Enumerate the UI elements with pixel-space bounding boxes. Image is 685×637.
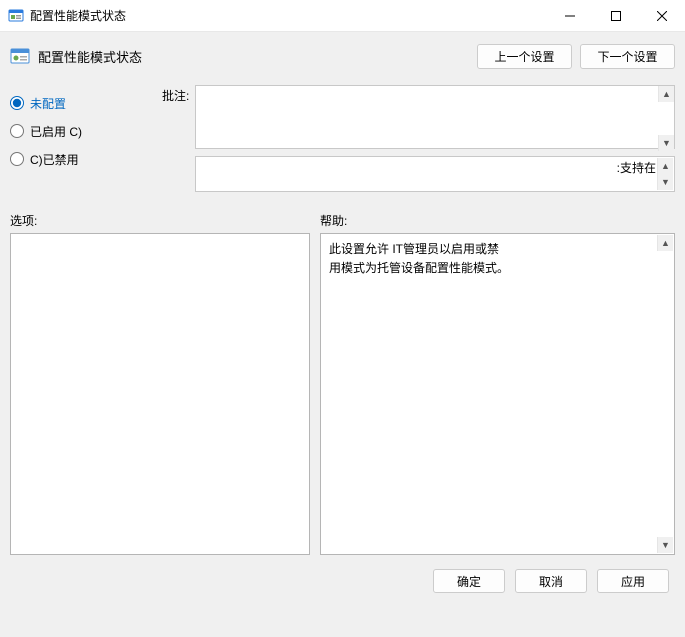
policy-icon (10, 47, 30, 67)
close-button[interactable] (639, 0, 685, 32)
header-row: 配置性能模式状态 上一个设置 下一个设置 (0, 32, 685, 79)
help-line: 此设置允许 IT管理员以启用或禁 (329, 240, 656, 259)
radio-group: 未配置 已启用 C) C)已禁用 (10, 83, 150, 192)
window-title: 配置性能模式状态 (30, 7, 126, 24)
scroll-up-icon[interactable]: ▲ (657, 158, 673, 174)
radio-not-configured[interactable]: 未配置 (10, 89, 150, 117)
titlebar: 配置性能模式状态 (0, 0, 685, 32)
help-content: 此设置允许 IT管理员以启用或禁 用模式为托管设备配置性能模式。 (321, 234, 674, 284)
lower-panels: 此设置允许 IT管理员以启用或禁 用模式为托管设备配置性能模式。 ▲ ▼ (0, 233, 685, 555)
radio-enabled-input[interactable] (10, 124, 24, 138)
radio-disabled-label: C)已禁用 (30, 151, 79, 168)
comment-label: 批注: (162, 85, 189, 104)
scroll-up-icon[interactable]: ▲ (658, 86, 674, 102)
apply-button[interactable]: 应用 (597, 569, 669, 593)
supported-on-box: :支持在 ▲ ▼ (195, 156, 675, 192)
scroll-up-icon[interactable]: ▲ (657, 235, 673, 251)
radio-enabled-label: 已启用 C) (30, 123, 82, 140)
scroll-down-icon[interactable]: ▼ (657, 174, 673, 190)
help-line: 用模式为托管设备配置性能模式。 (329, 259, 656, 278)
help-panel: 此设置允许 IT管理员以启用或禁 用模式为托管设备配置性能模式。 ▲ ▼ (320, 233, 675, 555)
radio-enabled[interactable]: 已启用 C) (10, 117, 150, 145)
ok-button[interactable]: 确定 (433, 569, 505, 593)
radio-not-configured-input[interactable] (10, 96, 24, 110)
app-icon (8, 8, 24, 24)
minimize-button[interactable] (547, 0, 593, 32)
options-label: 选项: (10, 212, 320, 229)
options-panel (10, 233, 310, 555)
help-label: 帮助: (320, 212, 347, 229)
previous-setting-button[interactable]: 上一个设置 (477, 44, 572, 69)
supported-on-text: :支持在 (617, 159, 656, 176)
page-title: 配置性能模式状态 (38, 47, 142, 66)
radio-not-configured-label: 未配置 (30, 95, 66, 112)
scroll-down-icon[interactable]: ▼ (657, 537, 673, 553)
config-area: 未配置 已启用 C) C)已禁用 批注: ▲ ▼ :支持在 ▲ ▼ (0, 79, 685, 192)
maximize-button[interactable] (593, 0, 639, 32)
comment-textarea[interactable] (195, 85, 675, 149)
radio-disabled-input[interactable] (10, 152, 24, 166)
dialog-footer: 确定 取消 应用 (0, 555, 685, 593)
lower-labels: 选项: 帮助: (0, 192, 685, 233)
radio-disabled[interactable]: C)已禁用 (10, 145, 150, 173)
next-setting-button[interactable]: 下一个设置 (580, 44, 675, 69)
scroll-down-icon[interactable]: ▼ (658, 135, 674, 151)
cancel-button[interactable]: 取消 (515, 569, 587, 593)
